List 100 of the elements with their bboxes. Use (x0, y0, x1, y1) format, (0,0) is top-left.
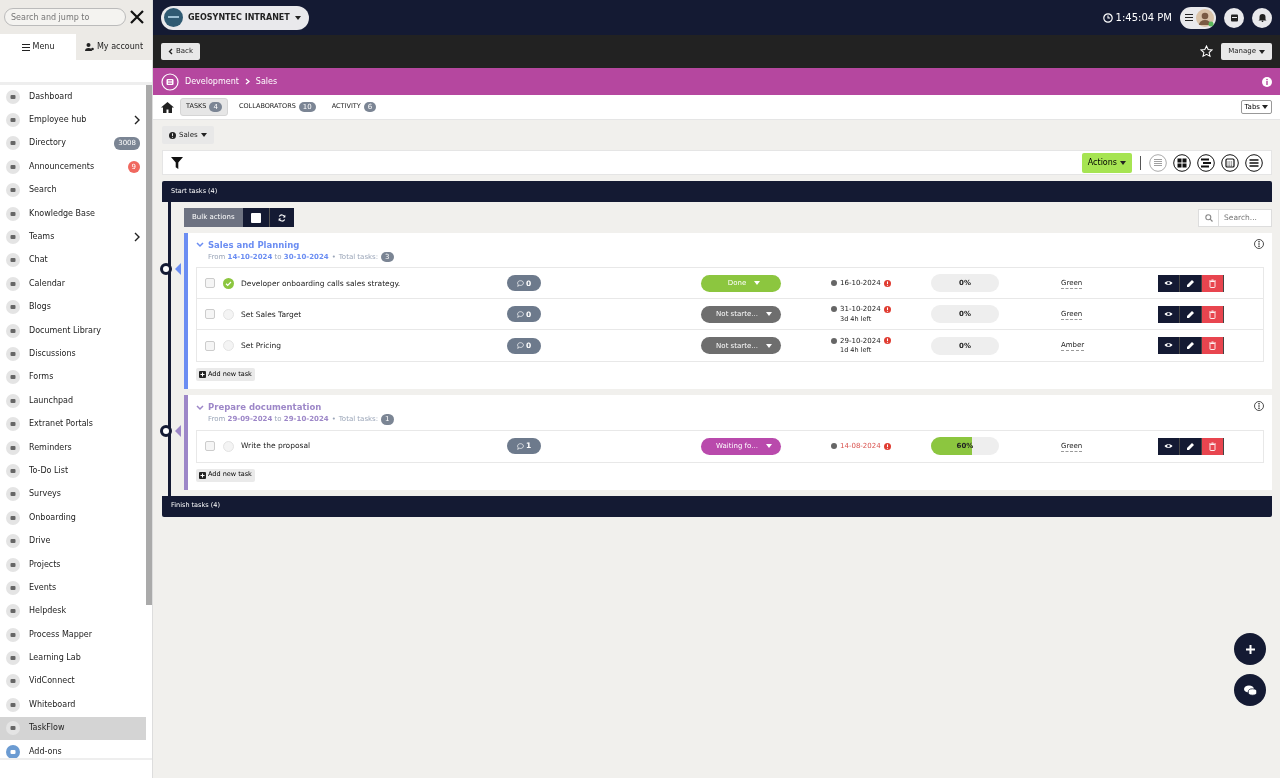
chat-icon (1243, 684, 1257, 696)
more-icon[interactable] (1254, 239, 1264, 249)
checkbox[interactable] (205, 278, 215, 289)
list-view-button[interactable] (1149, 153, 1167, 172)
sidebar-item[interactable]: Projects (0, 552, 146, 577)
edit-button[interactable] (1180, 437, 1202, 455)
calendar-button[interactable] (1224, 7, 1244, 28)
filter-icon[interactable] (171, 156, 183, 169)
comment-icon (516, 442, 524, 450)
checkbox[interactable] (205, 340, 215, 351)
user-menu[interactable] (1180, 6, 1216, 29)
sidebar-item[interactable]: Events (0, 576, 146, 600)
sidebar-item[interactable]: Knowledge Base (0, 201, 146, 226)
sidebar-item[interactable]: Teams (0, 225, 146, 249)
edit-button[interactable] (1180, 305, 1202, 323)
search-field[interactable]: Search and jump to (4, 8, 126, 26)
sidebar-item[interactable]: Extranet Portals (0, 412, 146, 436)
dot-icon (831, 280, 837, 287)
sidebar-item[interactable]: Dashboard (0, 85, 146, 109)
plus-icon (1244, 643, 1256, 655)
select-all-button[interactable] (242, 208, 270, 227)
sidebar-item[interactable]: Discussions (0, 342, 146, 366)
refresh-button[interactable] (269, 208, 294, 227)
checkbox[interactable] (205, 441, 215, 451)
menu-label: Blogs (29, 301, 51, 314)
clock-icon (1102, 12, 1113, 23)
sidebar-item[interactable]: Surveys (0, 482, 146, 507)
menu-icon (21, 43, 30, 51)
menu-label: Reminders (29, 441, 72, 454)
more-icon[interactable] (1254, 401, 1264, 412)
star-icon[interactable] (1200, 45, 1214, 58)
sidebar-item[interactable]: Whiteboard (0, 693, 146, 717)
view-button[interactable] (1158, 274, 1180, 292)
close-button[interactable] (130, 10, 144, 24)
caret-icon (294, 15, 301, 20)
info-icon (169, 131, 176, 139)
sidebar-item[interactable]: Search (0, 178, 146, 202)
view-button[interactable] (1158, 305, 1180, 323)
breadcrumb-link[interactable]: Sales (255, 75, 278, 88)
notifications-button[interactable] (1252, 7, 1272, 28)
timeline-node (160, 425, 172, 438)
sidebar-item[interactable]: Drive (0, 529, 146, 553)
menu-label: Learning Lab (29, 652, 81, 665)
circle-icon (6, 113, 20, 128)
chevron-left-icon (168, 48, 173, 55)
info-icon[interactable] (1262, 76, 1272, 87)
check-circle-icon[interactable] (223, 277, 234, 289)
sidebar-item[interactable]: To-Do List (0, 459, 146, 483)
sidebar-item[interactable]: Add-ons (0, 739, 146, 758)
breadcrumb-link[interactable]: Development (185, 75, 239, 88)
circle-icon (6, 674, 20, 689)
edit-button[interactable] (1180, 337, 1202, 355)
actions-button[interactable]: Actions (1081, 152, 1132, 173)
home-icon[interactable] (161, 101, 174, 113)
sidebar-item[interactable]: Reminders (0, 435, 146, 460)
add-button[interactable] (1234, 633, 1266, 665)
sidebar-item[interactable]: VidConnect (0, 669, 146, 694)
sidebar-item[interactable]: Launchpad (0, 389, 146, 413)
caret-icon (200, 133, 207, 137)
view-button[interactable] (1158, 437, 1180, 455)
menu-label: Add-ons (29, 745, 62, 758)
sidebar-item[interactable]: Employee hub (0, 108, 146, 132)
circle-icon (6, 580, 20, 595)
menu-label: Knowledge Base (29, 207, 95, 220)
brand-menu[interactable]: GEOSYNTEC INTRANET (161, 5, 309, 30)
trash-icon (1208, 309, 1217, 319)
sidebar-item[interactable]: Learning Lab (0, 646, 146, 670)
delete-button[interactable] (1202, 274, 1224, 292)
grid-view-button[interactable] (1173, 153, 1191, 172)
sidebar-item[interactable]: Process Mapper (0, 623, 146, 647)
gantt-view-button[interactable] (1197, 153, 1215, 172)
chat-button[interactable] (1234, 674, 1266, 706)
delete-button[interactable] (1202, 305, 1224, 323)
menu-label: Process Mapper (29, 628, 93, 641)
circle-icon (6, 721, 20, 736)
calendar-view-button[interactable] (1221, 153, 1239, 172)
circle-icon (6, 136, 20, 151)
sidebar-item[interactable]: Calendar (0, 272, 146, 296)
view-button[interactable] (1158, 337, 1180, 355)
alert-icon (883, 305, 891, 313)
checkbox[interactable] (205, 309, 215, 320)
sidebar-item[interactable]: Document Library (0, 318, 146, 343)
sidebar-item[interactable]: Chat (0, 248, 146, 273)
scrollbar[interactable] (146, 85, 152, 605)
sidebar-item[interactable]: Helpdesk (0, 599, 146, 623)
edit-button[interactable] (1180, 274, 1202, 292)
sidebar-item[interactable]: Forms (0, 365, 146, 390)
delete-button[interactable] (1202, 337, 1224, 355)
menu-label: Document Library (29, 324, 101, 337)
sidebar-tab[interactable]: Menu (0, 34, 76, 60)
menu-label: Extranet Portals (29, 418, 93, 431)
sidebar-item[interactable]: Blogs (0, 295, 146, 319)
chevron-down-icon[interactable] (196, 404, 204, 411)
grid-view-icon (1173, 153, 1191, 172)
delete-button[interactable] (1202, 437, 1224, 455)
circle-icon (6, 627, 20, 642)
chevron-down-icon[interactable] (196, 242, 204, 249)
sidebar-item[interactable]: Onboarding (0, 506, 146, 530)
sidebar-item[interactable]: TaskFlow (0, 716, 146, 740)
menu-button[interactable] (1245, 153, 1263, 172)
